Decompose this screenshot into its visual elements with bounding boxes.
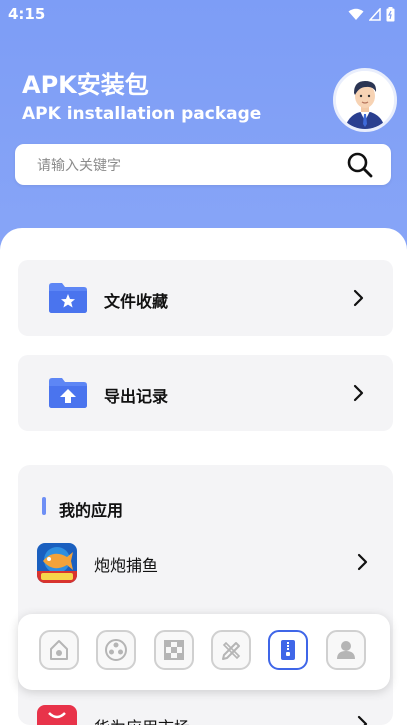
app-list-item[interactable]: 炮炮捕鱼 bbox=[18, 539, 393, 595]
battery-icon bbox=[386, 7, 395, 22]
page-subtitle: APK installation package bbox=[22, 104, 262, 124]
user-avatar-icon bbox=[336, 71, 394, 129]
avatar[interactable] bbox=[333, 68, 397, 132]
huawei-appgallery-icon bbox=[37, 705, 77, 725]
search-icon[interactable] bbox=[347, 152, 373, 178]
search-input[interactable] bbox=[35, 144, 339, 187]
menu-item-label: 文件收藏 bbox=[104, 292, 169, 311]
zip-file-icon[interactable] bbox=[268, 630, 308, 670]
chevron-right-icon bbox=[353, 289, 364, 307]
chevron-right-icon bbox=[353, 384, 364, 402]
menu-item-label: 导出记录 bbox=[104, 387, 169, 406]
chevron-right-icon bbox=[357, 553, 368, 571]
wifi-icon bbox=[348, 8, 364, 20]
home-icon[interactable] bbox=[39, 630, 79, 670]
app-screen: 4:15 APK安装包 APK installation package 请输入… bbox=[0, 0, 407, 725]
chevron-right-icon bbox=[357, 715, 368, 725]
menu-item-favorites[interactable]: 文件收藏 bbox=[18, 260, 393, 336]
page-title: APK安装包 bbox=[22, 71, 149, 99]
status-time: 4:15 bbox=[8, 5, 46, 23]
app-name: 炮炮捕鱼 bbox=[94, 556, 159, 575]
status-bar: 4:15 bbox=[0, 0, 407, 30]
fishing-game-icon bbox=[37, 543, 77, 583]
menu-item-export-records[interactable]: 导出记录 bbox=[18, 355, 393, 431]
folder-upload-icon bbox=[48, 376, 88, 413]
section-accent-bar bbox=[42, 497, 46, 515]
app-list-item[interactable]: 华为应用市场 bbox=[18, 701, 393, 725]
checkerboard-icon[interactable] bbox=[154, 630, 194, 670]
app-name: 华为应用市场 bbox=[94, 714, 190, 725]
status-icons bbox=[348, 7, 395, 22]
person-icon[interactable] bbox=[326, 630, 366, 670]
film-reel-icon[interactable] bbox=[96, 630, 136, 670]
floating-toolbar bbox=[18, 614, 390, 690]
section-title: 我的应用 bbox=[59, 501, 124, 520]
search-bar[interactable] bbox=[15, 144, 391, 187]
folder-star-icon bbox=[48, 281, 88, 318]
signal-icon bbox=[369, 8, 381, 21]
pencil-ruler-icon[interactable] bbox=[211, 630, 251, 670]
